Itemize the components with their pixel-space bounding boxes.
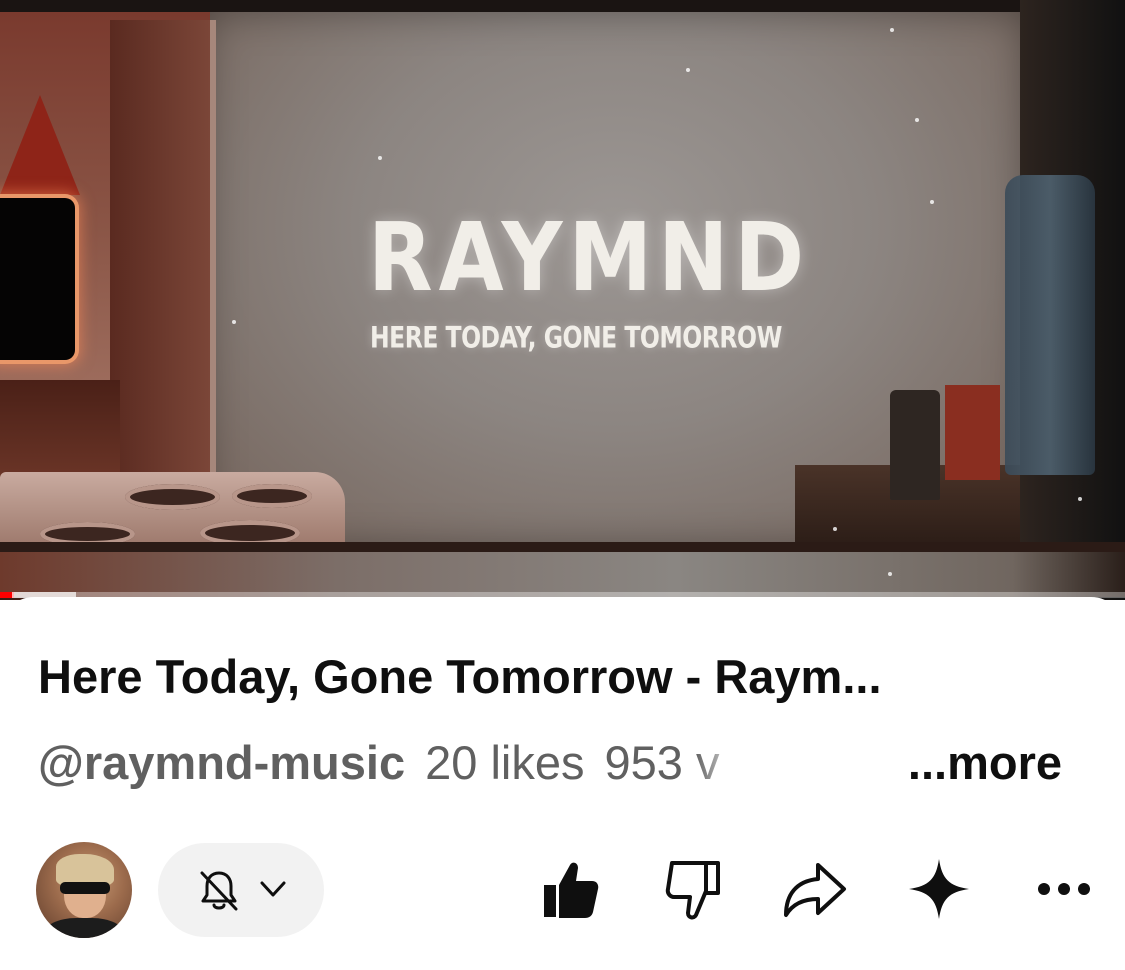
song-title-overlay: HERE TODAY, GONE TOMORROW: [370, 320, 782, 355]
thumbs-down-icon[interactable]: [660, 855, 728, 923]
like-count: 20 likes: [425, 736, 585, 789]
chevron-down-icon: [260, 881, 286, 897]
more-button[interactable]: ...more: [897, 735, 1062, 790]
channel-handle[interactable]: @raymnd-music: [38, 736, 405, 789]
thumbs-up-icon[interactable]: [536, 855, 604, 923]
view-count: 953 v: [604, 736, 720, 789]
bell-off-icon: [200, 871, 238, 911]
video-metadata[interactable]: @raymnd-music 20 likes 953 v ...more: [38, 735, 1098, 795]
channel-avatar[interactable]: [36, 842, 132, 938]
video-title[interactable]: Here Today, Gone Tomorrow - Raym...: [38, 649, 1078, 704]
video-player[interactable]: RAYMND HERE TODAY, GONE TOMORROW: [0, 0, 1125, 600]
video-info-panel: Here Today, Gone Tomorrow - Raym... @ray…: [0, 597, 1125, 970]
ellipsis-icon[interactable]: [1030, 855, 1098, 923]
artist-name: RAYMND: [368, 202, 811, 313]
sparkle-icon[interactable]: [905, 855, 973, 923]
title-card: RAYMND HERE TODAY, GONE TOMORROW: [0, 0, 1125, 600]
notification-button[interactable]: [158, 843, 324, 937]
share-arrow-icon[interactable]: [780, 855, 848, 923]
